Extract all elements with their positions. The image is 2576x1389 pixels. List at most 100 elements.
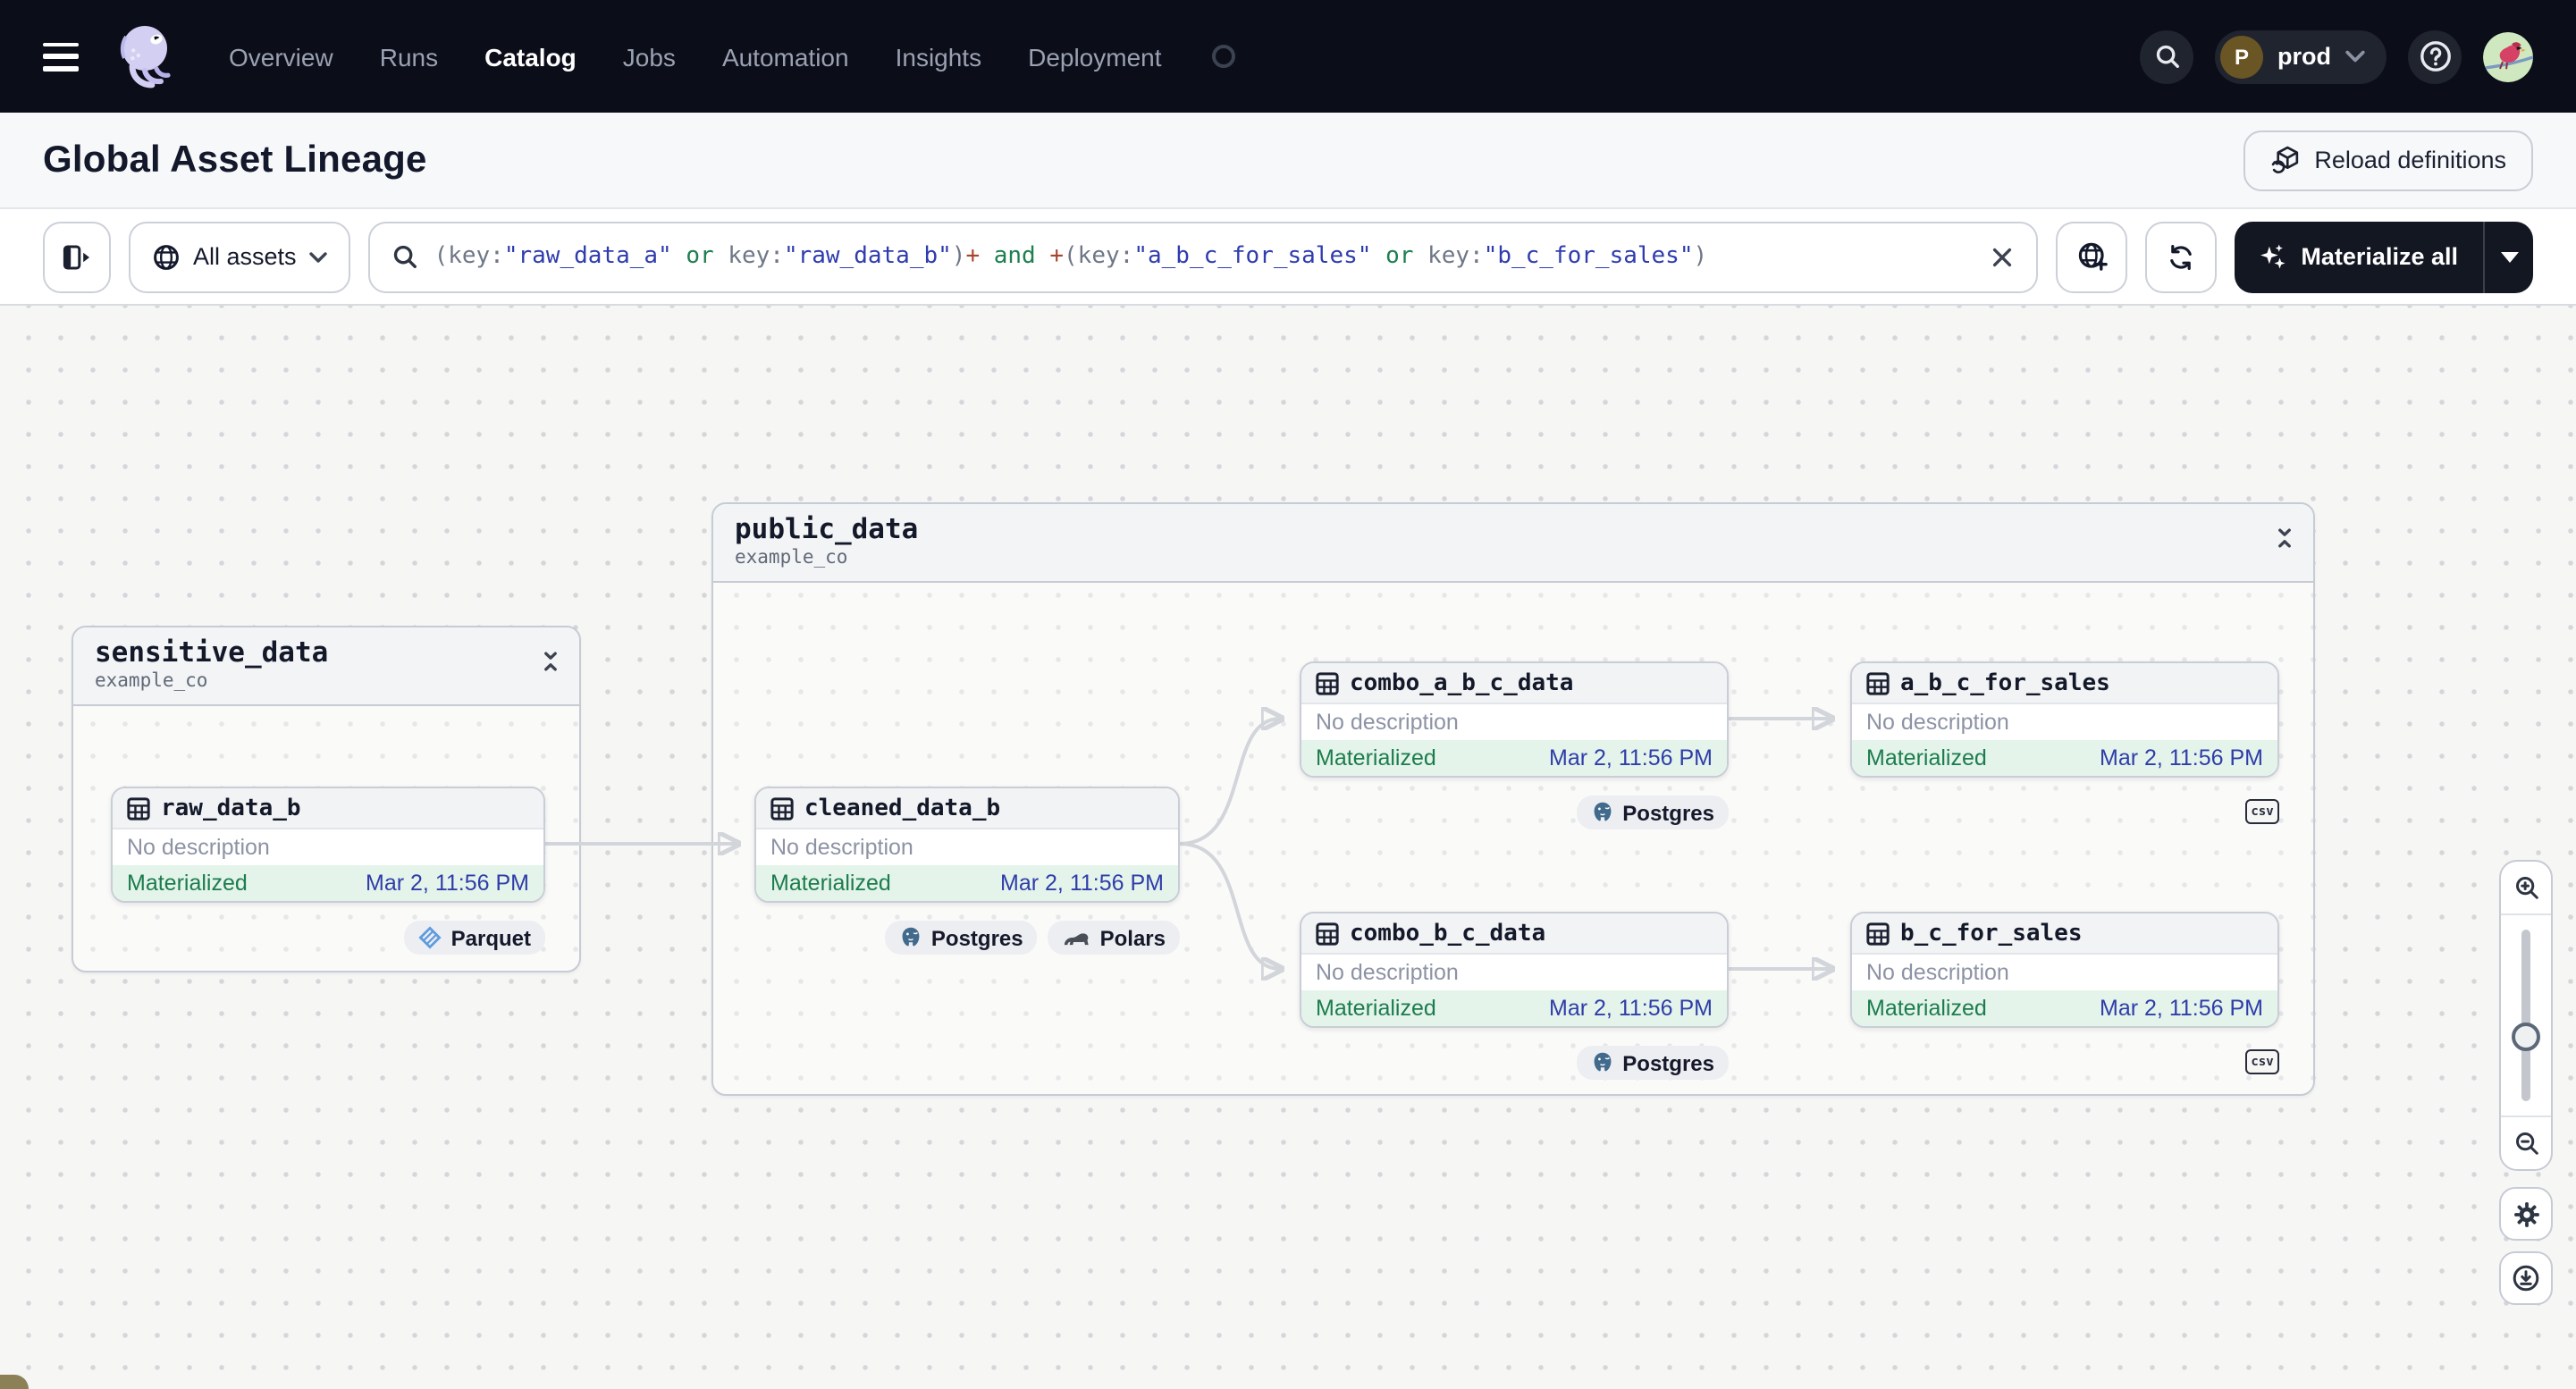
nav-item-insights[interactable]: Insights [896, 42, 982, 71]
query-segment: ) [1693, 243, 1708, 270]
asset-status-row: Materialized Mar 2, 11:56 PM [756, 865, 1178, 901]
loading-spinner-icon [1211, 45, 1235, 68]
status-timestamp: Mar 2, 11:56 PM [2100, 745, 2263, 770]
materialize-all-button[interactable]: Materialize all [2235, 221, 2483, 292]
environment-avatar: P [2220, 35, 2263, 78]
clear-search-button[interactable] [1990, 244, 2015, 269]
asset-name: combo_a_b_c_data [1350, 669, 1574, 696]
chevron-down-icon [309, 251, 327, 262]
asset-name: raw_data_b [161, 795, 301, 821]
nav-item-overview[interactable]: Overview [229, 42, 333, 71]
nav-item-automation[interactable]: Automation [722, 42, 849, 71]
kind-badge-postgres[interactable]: Postgres [1576, 796, 1729, 829]
parquet-icon [419, 926, 442, 949]
query-segment: + [1049, 243, 1065, 270]
csv-icon[interactable]: csv [2245, 1049, 2279, 1074]
asset-search-input[interactable]: (key:"raw_data_a" or key:"raw_data_b")+ … [367, 221, 2039, 292]
query-segment: (key: [434, 243, 504, 270]
lineage-canvas[interactable]: sensitive_data example_co public_data ex… [0, 306, 2576, 1389]
group-header[interactable]: sensitive_data example_co [73, 627, 579, 706]
nav-item-catalog[interactable]: Catalog [484, 42, 577, 71]
zoom-in-button[interactable] [2501, 862, 2551, 915]
status-label: Materialized [1866, 745, 1987, 770]
reload-definitions-button[interactable]: Reload definitions [2243, 130, 2533, 190]
asset-name: b_c_for_sales [1900, 920, 2083, 947]
badge-label: Postgres [1622, 800, 1714, 825]
badge-row: csv [1850, 799, 2279, 824]
nav-item-deployment[interactable]: Deployment [1028, 42, 1161, 71]
table-icon [1866, 671, 1890, 694]
asset-node-a-b-c-for-sales[interactable]: a_b_c_for_sales No description Materiali… [1850, 661, 2279, 778]
graph-settings-button[interactable] [2499, 1187, 2553, 1241]
collapse-group-icon[interactable] [2274, 526, 2295, 558]
status-label: Materialized [1316, 996, 1436, 1021]
zoom-slider-handle[interactable] [2512, 1023, 2540, 1051]
dagster-logo[interactable] [111, 17, 182, 96]
badge-row: csv [1850, 1049, 2279, 1074]
badge-row: Postgres [1300, 796, 1729, 829]
asset-status-row: Materialized Mar 2, 11:56 PM [1301, 740, 1727, 776]
open-sidebar-button[interactable] [43, 221, 111, 292]
nav-item-jobs[interactable]: Jobs [623, 42, 676, 71]
environment-name: prod [2277, 43, 2331, 70]
group-by-location-button[interactable] [2056, 221, 2128, 292]
status-label: Materialized [770, 871, 891, 896]
nav-item-runs[interactable]: Runs [380, 42, 438, 71]
asset-scope-label: All assets [193, 243, 297, 270]
materialize-all-label: Materialize all [2301, 243, 2458, 270]
zoom-out-button[interactable] [2501, 1115, 2551, 1169]
search-icon [391, 243, 418, 270]
collapse-group-icon[interactable] [540, 649, 561, 681]
postgres-icon [1590, 1051, 1613, 1074]
badge-label: Postgres [1622, 1050, 1714, 1075]
global-search-button[interactable] [2140, 29, 2193, 83]
asset-node-b-c-for-sales[interactable]: b_c_for_sales No description Materialize… [1850, 912, 2279, 1028]
group-header[interactable]: public_data example_co [713, 504, 2313, 583]
polars-icon [1063, 928, 1091, 947]
asset-status-row: Materialized Mar 2, 11:56 PM [1301, 990, 1727, 1026]
status-label: Materialized [127, 871, 248, 896]
asset-scope-selector[interactable]: All assets [129, 221, 350, 292]
asset-node-header: raw_data_b [113, 788, 543, 829]
table-icon [1866, 922, 1890, 945]
badge-row: Postgres Polars [754, 921, 1180, 955]
group-title: public_data [735, 513, 919, 545]
csv-icon[interactable]: csv [2245, 799, 2279, 824]
asset-description: No description [1301, 704, 1727, 740]
asset-node-cleaned-data-b[interactable]: cleaned_data_b No description Materializ… [754, 787, 1180, 903]
reload-definitions-label: Reload definitions [2314, 147, 2506, 173]
group-title: sensitive_data [95, 636, 329, 669]
status-label: Materialized [1866, 996, 1987, 1021]
kind-badge-postgres[interactable]: Postgres [884, 921, 1038, 955]
download-icon [2512, 1264, 2540, 1292]
download-image-button[interactable] [2499, 1251, 2553, 1305]
materialize-options-button[interactable] [2483, 221, 2533, 292]
asset-name: a_b_c_for_sales [1900, 669, 2110, 696]
badge-label: csv [2251, 1055, 2274, 1069]
help-button[interactable] [2408, 29, 2462, 83]
refresh-button[interactable] [2145, 221, 2218, 292]
kind-badge-postgres[interactable]: Postgres [1576, 1046, 1729, 1080]
kind-badge-parquet[interactable]: Parquet [404, 921, 545, 955]
asset-node-header: a_b_c_for_sales [1852, 663, 2277, 704]
asset-node-raw-data-b[interactable]: raw_data_b No description Materialized M… [111, 787, 545, 903]
refresh-icon [2167, 242, 2195, 271]
table-icon [1316, 671, 1339, 694]
status-timestamp: Mar 2, 11:56 PM [366, 871, 529, 896]
asset-node-combo-b-c-data[interactable]: combo_b_c_data No description Materializ… [1300, 912, 1729, 1028]
dagster-app: Overview Runs Catalog Jobs Automation In… [0, 0, 2576, 1389]
kind-badge-polars[interactable]: Polars [1048, 921, 1180, 955]
environment-switcher[interactable]: P prod [2215, 29, 2387, 83]
hamburger-menu-icon[interactable] [43, 42, 79, 71]
asset-node-header: combo_b_c_data [1301, 913, 1727, 955]
nav-right-cluster: P prod [2140, 29, 2533, 83]
badge-row: Postgres [1300, 1046, 1729, 1080]
table-icon [127, 796, 150, 820]
status-timestamp: Mar 2, 11:56 PM [1549, 996, 1713, 1021]
asset-status-row: Materialized Mar 2, 11:56 PM [1852, 740, 2277, 776]
materialize-all-split-button: Materialize all [2235, 221, 2533, 292]
zoom-slider[interactable] [2501, 915, 2551, 1115]
badge-label: Parquet [450, 925, 531, 950]
asset-node-combo-a-b-c-data[interactable]: combo_a_b_c_data No description Material… [1300, 661, 1729, 778]
user-avatar[interactable] [2483, 31, 2533, 81]
